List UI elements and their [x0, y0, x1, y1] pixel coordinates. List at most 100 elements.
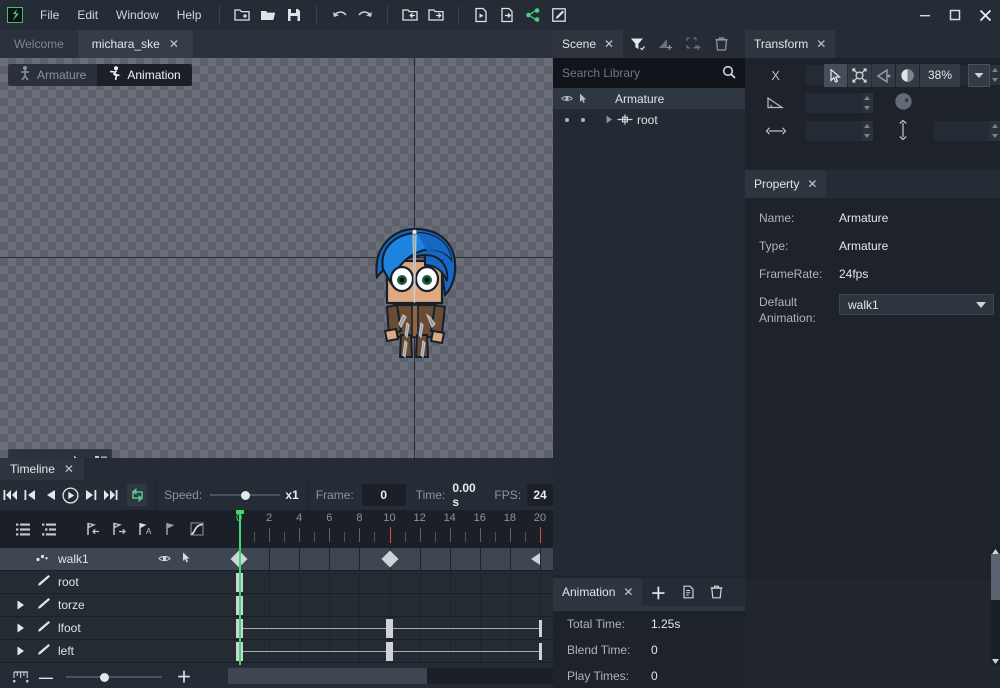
delete-icon[interactable]: [707, 30, 735, 58]
loop-end-marker[interactable]: [531, 553, 540, 565]
menu-edit[interactable]: Edit: [68, 0, 107, 30]
delete-icon[interactable]: [702, 578, 730, 606]
new-project-icon[interactable]: [231, 4, 253, 26]
select-tool-icon[interactable]: [823, 64, 847, 87]
track-lane[interactable]: [233, 617, 553, 640]
chevron-down-icon[interactable]: [976, 301, 986, 308]
save-icon[interactable]: [283, 4, 305, 26]
pencil-icon[interactable]: [36, 643, 51, 659]
character-armature-preview[interactable]: [357, 225, 472, 365]
timeline-track-row[interactable]: root: [0, 571, 553, 594]
step-back-icon[interactable]: [40, 484, 60, 506]
list-order-icon[interactable]: [89, 450, 113, 458]
track-lane[interactable]: [230, 548, 553, 571]
playhead-handle[interactable]: [236, 510, 244, 514]
scene-tree[interactable]: Armature root: [553, 88, 745, 575]
undo-icon[interactable]: [328, 4, 350, 26]
minimize-button[interactable]: [910, 0, 940, 30]
tab-property[interactable]: Property ✕: [745, 170, 827, 198]
step-forward-icon[interactable]: [81, 484, 101, 506]
add-mesh-icon[interactable]: [651, 30, 679, 58]
track-lane[interactable]: [233, 594, 553, 617]
track-lane[interactable]: [233, 640, 553, 663]
tree-view-icon[interactable]: [36, 516, 62, 542]
canvas-overlay-toggle-panel[interactable]: [8, 449, 112, 458]
keyframe-end-marker[interactable]: [538, 643, 542, 660]
copy-icon[interactable]: [674, 578, 702, 606]
eye-icon[interactable]: [158, 552, 171, 566]
export-texture-icon[interactable]: [496, 4, 518, 26]
mode-animation[interactable]: Animation: [97, 64, 192, 86]
track-lane[interactable]: [233, 571, 553, 594]
scroll-down-icon[interactable]: [991, 658, 1000, 665]
playhead[interactable]: [239, 510, 241, 665]
play-icon[interactable]: [61, 484, 81, 506]
tab-transform[interactable]: Transform ✕: [745, 30, 836, 58]
loop-icon[interactable]: [127, 484, 148, 506]
zoom-out-button[interactable]: —: [34, 669, 58, 685]
scene-tree-item-armature[interactable]: Armature: [553, 88, 745, 109]
close-icon[interactable]: ✕: [604, 37, 614, 51]
timeline-horizontal-scrollbar[interactable]: [228, 668, 553, 684]
flag-icon[interactable]: [158, 516, 184, 542]
list-view-icon[interactable]: [10, 516, 36, 542]
fit-timeline-icon[interactable]: [8, 670, 34, 683]
animation-value[interactable]: 0: [651, 643, 658, 657]
tab-timeline[interactable]: Timeline ✕: [0, 458, 84, 480]
expand-arrow-icon[interactable]: [14, 623, 28, 633]
tab-scene[interactable]: Scene ✕: [553, 30, 624, 58]
add-keyframe-icon[interactable]: A: [132, 516, 158, 542]
export-icon[interactable]: [425, 4, 447, 26]
close-icon[interactable]: ✕: [169, 38, 179, 50]
timeline-zoom-knob[interactable]: [100, 672, 109, 682]
open-folder-icon[interactable]: [257, 4, 279, 26]
step-to-prev-keyframe-icon[interactable]: [20, 484, 40, 506]
speed-slider[interactable]: [210, 488, 281, 502]
pencil-icon[interactable]: [36, 620, 51, 636]
timeline-track-row[interactable]: torze: [0, 594, 553, 617]
next-keyframe-icon[interactable]: [106, 516, 132, 542]
expand-arrow-icon[interactable]: [601, 115, 617, 124]
export-data-icon[interactable]: [470, 4, 492, 26]
fps-input[interactable]: 24: [527, 484, 554, 506]
timeline-zoom-slider[interactable]: [66, 670, 162, 684]
canvas-viewport[interactable]: [0, 58, 553, 458]
selectable-dot[interactable]: [575, 117, 591, 122]
edit-icon[interactable]: [548, 4, 570, 26]
menu-file[interactable]: File: [31, 0, 68, 30]
doc-tab-welcome[interactable]: Welcome: [0, 30, 78, 58]
close-button[interactable]: [970, 0, 1000, 30]
mode-armature[interactable]: Armature: [8, 64, 97, 86]
share-icon[interactable]: [522, 4, 544, 26]
search-icon[interactable]: [722, 65, 736, 82]
timeline-ruler[interactable]: 02468101214161820: [233, 510, 553, 548]
timeline-track-row[interactable]: walk1: [0, 548, 553, 571]
zoom-in-button[interactable]: ＋: [170, 666, 198, 687]
add-bounding-box-icon[interactable]: [679, 30, 707, 58]
default-animation-select[interactable]: walk1: [839, 294, 994, 315]
pencil-icon[interactable]: [36, 574, 51, 590]
cursor-icon[interactable]: [65, 450, 89, 458]
scale-y-input[interactable]: [933, 121, 990, 141]
filter-icon[interactable]: [623, 30, 651, 58]
rotation-stepper[interactable]: [861, 93, 873, 113]
mesh-tool-icon[interactable]: [871, 64, 895, 87]
speed-slider-knob[interactable]: [241, 491, 251, 500]
eye-icon[interactable]: [559, 94, 575, 103]
expand-arrow-icon[interactable]: [14, 600, 28, 610]
menu-help[interactable]: Help: [168, 0, 211, 30]
library-search-bar[interactable]: [553, 58, 745, 88]
timeline-track-row[interactable]: lfoot: [0, 617, 553, 640]
menu-window[interactable]: Window: [107, 0, 168, 30]
scale-y-stepper[interactable]: [989, 121, 1000, 141]
close-icon[interactable]: ✕: [807, 177, 817, 191]
zoom-level-value[interactable]: 38%: [919, 64, 960, 87]
redo-icon[interactable]: [354, 4, 376, 26]
scene-tree-item-root[interactable]: root: [553, 109, 745, 130]
skip-to-start-icon[interactable]: [0, 484, 20, 506]
scrollbar-thumb[interactable]: [991, 554, 1000, 600]
scale-x-stepper[interactable]: [861, 121, 873, 141]
keyframe-marker[interactable]: [386, 619, 393, 638]
doc-tab-michara-ske[interactable]: michara_ske ✕: [77, 30, 193, 58]
search-input[interactable]: [562, 66, 722, 80]
